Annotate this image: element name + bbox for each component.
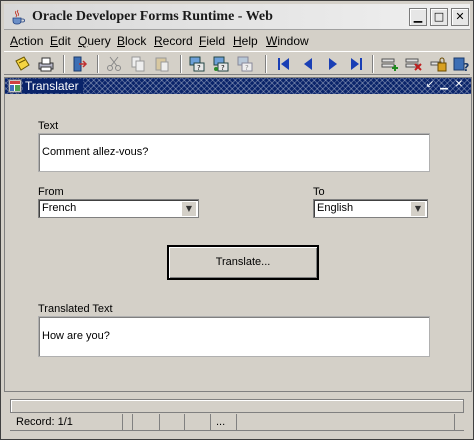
record-indicator: Record: 1/1 [16, 416, 73, 428]
form-maximize-icon[interactable]: ▁ [438, 79, 450, 91]
toolbar-separator [265, 55, 267, 73]
menu-action[interactable]: Action [10, 34, 43, 48]
status-ellipsis: ... [216, 416, 226, 428]
application-window: Oracle Developer Forms Runtime - Web ▁ □… [0, 0, 474, 440]
from-label: From [38, 186, 64, 198]
menu-edit[interactable]: Edit [50, 34, 71, 48]
menu-query[interactable]: Query [78, 34, 111, 48]
java-cup-icon [12, 9, 25, 25]
menu-block-label: lock [125, 34, 147, 48]
from-language-select[interactable]: French ▼ [38, 199, 199, 218]
exit-icon[interactable] [70, 55, 88, 73]
form-minimize-icon[interactable]: ↙ [424, 79, 436, 91]
menu-bar: Action Edit Query Block Record Field Hel… [4, 32, 470, 50]
text-label: Text [38, 120, 59, 132]
menu-window-label: indow [277, 34, 309, 48]
chevron-down-icon[interactable]: ▼ [182, 202, 196, 216]
menu-block-key: B [117, 34, 126, 48]
translate-button[interactable]: Translate... [167, 245, 319, 280]
enter-query-icon[interactable]: ? [188, 55, 206, 73]
menu-field[interactable]: Field [199, 34, 225, 48]
to-language-value: English [317, 202, 354, 214]
translater-form-window: Translater ↙ ▁ ✕ Text Comment allez-vous… [4, 77, 472, 392]
to-language-select[interactable]: English ▼ [313, 199, 428, 218]
execute-query-icon[interactable]: ? [212, 55, 230, 73]
menu-query-key: Q [78, 34, 88, 48]
next-record-icon[interactable] [324, 55, 342, 73]
status-divider [159, 414, 160, 431]
svg-text:?: ? [221, 64, 225, 72]
message-line [10, 399, 464, 413]
toolbar-separator [180, 55, 182, 73]
toolbar-separator [63, 55, 65, 73]
form-title-bar[interactable]: Translater ↙ ▁ ✕ [5, 78, 471, 94]
status-divider [132, 414, 133, 431]
translated-text-output[interactable]: How are you? [38, 316, 430, 357]
status-divider [210, 414, 211, 431]
translated-text-label: Translated Text [38, 303, 113, 315]
menu-record[interactable]: Record [154, 34, 193, 48]
menu-field-label: ield [206, 34, 226, 48]
previous-block-icon[interactable] [274, 55, 292, 73]
save-icon[interactable] [13, 55, 31, 73]
window-title: Oracle Developer Forms Runtime - Web [32, 9, 273, 24]
help-icon[interactable]: ? [452, 55, 470, 73]
toolbar-separator [97, 55, 99, 73]
menu-help-key: H [233, 34, 242, 48]
copy-icon[interactable] [129, 55, 147, 73]
form-title: Translater [23, 79, 83, 93]
menu-record-key: R [154, 34, 163, 48]
svg-text:?: ? [245, 64, 249, 72]
menu-window-key: W [266, 34, 278, 48]
menu-edit-label: dit [58, 34, 71, 48]
from-language-value: French [42, 202, 77, 214]
menu-record-label: ecord [162, 34, 193, 48]
menu-window[interactable]: Window [266, 34, 309, 48]
menu-edit-key: E [50, 34, 59, 48]
delete-record-icon[interactable] [405, 55, 423, 73]
menu-help[interactable]: Help [233, 34, 258, 48]
form-window-icon [8, 79, 22, 93]
cut-icon[interactable] [105, 55, 123, 73]
title-bar[interactable]: Oracle Developer Forms Runtime - Web ▁ □… [4, 4, 470, 30]
text-input[interactable]: Comment allez-vous? [38, 133, 430, 172]
toolbar-separator [372, 55, 374, 73]
status-divider [236, 414, 237, 431]
paste-icon[interactable] [153, 55, 171, 73]
to-label: To [313, 186, 325, 198]
menu-help-label: elp [241, 34, 258, 48]
print-icon[interactable] [37, 55, 55, 73]
lock-record-icon[interactable] [430, 55, 448, 73]
menu-block[interactable]: Block [117, 34, 146, 48]
next-block-icon[interactable] [348, 55, 366, 73]
status-bar: Record: 1/1 ... [4, 399, 470, 437]
chevron-down-icon[interactable]: ▼ [411, 202, 425, 216]
status-divider [122, 414, 123, 431]
minimize-button[interactable]: ▁ [409, 8, 427, 26]
toolbar: ? ? ? ? [4, 51, 470, 75]
close-button[interactable]: ✕ [451, 8, 469, 26]
menu-query-label: uery [87, 34, 111, 48]
insert-record-icon[interactable] [381, 55, 399, 73]
status-divider [184, 414, 185, 431]
status-divider [454, 414, 455, 431]
menu-action-label: ction [18, 34, 44, 48]
maximize-button[interactable]: □ [430, 8, 448, 26]
svg-text:?: ? [197, 64, 201, 72]
menu-action-key: A [10, 34, 19, 48]
previous-record-icon[interactable] [299, 55, 317, 73]
status-bottom-line [10, 430, 464, 431]
svg-text:?: ? [463, 61, 469, 73]
form-close-icon[interactable]: ✕ [453, 79, 465, 91]
cancel-query-icon[interactable]: ? [236, 55, 254, 73]
